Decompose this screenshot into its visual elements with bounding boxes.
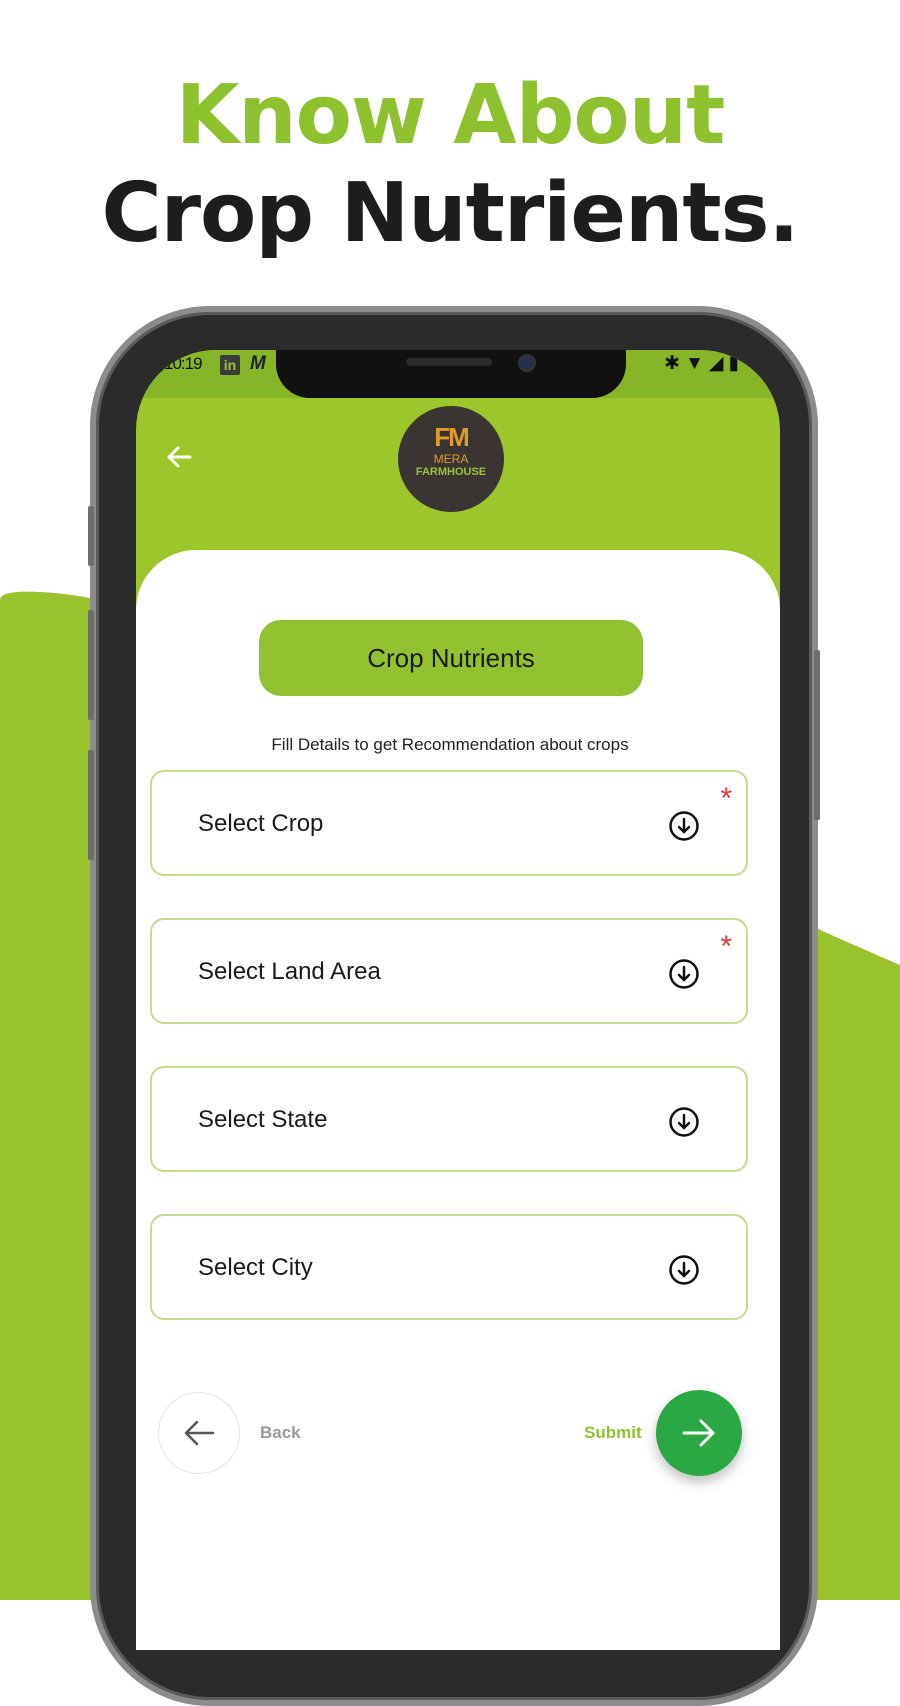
arrow-left-icon[interactable] <box>164 442 194 472</box>
page-title: Crop Nutrients <box>259 620 643 696</box>
required-marker: * <box>720 782 732 815</box>
circle-arrow-down-icon <box>669 959 699 989</box>
circle-arrow-down-icon <box>669 811 699 841</box>
promo-headline-line2: Crop Nutrients. <box>101 166 799 261</box>
phone-side-button <box>814 650 820 820</box>
front-camera <box>518 354 536 372</box>
back-label[interactable]: Back <box>260 1423 301 1443</box>
field-label: Select Crop <box>198 810 324 837</box>
select-state-dropdown[interactable]: Select State <box>150 1066 748 1172</box>
linkedin-icon: in <box>220 355 240 375</box>
phone-side-button <box>88 506 94 566</box>
submit-label[interactable]: Submit <box>584 1423 642 1443</box>
logo-mark: FM <box>434 422 470 452</box>
form-subtitle: Fill Details to get Recommendation about… <box>271 735 629 754</box>
back-button[interactable] <box>158 1392 240 1474</box>
arrow-left-icon <box>184 1420 215 1446</box>
select-crop-dropdown[interactable]: Select Crop * <box>150 770 748 876</box>
field-label: Select Land Area <box>198 958 381 985</box>
logo-text-line1: MERA <box>433 452 469 466</box>
app-m-icon: M <box>250 353 266 374</box>
required-marker: * <box>720 930 732 963</box>
field-label: Select City <box>198 1254 313 1281</box>
wifi-icon: ▼ <box>685 353 709 374</box>
phone-side-button <box>88 750 94 860</box>
status-right-icons: ✱▼◢▮ <box>664 352 744 375</box>
battery-icon: ▮ <box>728 353 744 374</box>
submit-button[interactable] <box>656 1390 742 1476</box>
status-time: 10:19 <box>164 354 203 373</box>
circle-arrow-down-icon <box>669 1107 699 1137</box>
form-card: Crop Nutrients Fill Details to get Recom… <box>136 550 780 1650</box>
signal-icon: ◢ <box>708 353 729 374</box>
field-label: Select State <box>198 1106 328 1133</box>
phone-screen: 10:19 in M ✱▼◢▮ FM MERA FARMHOUSE Crop N… <box>136 350 780 1650</box>
phone-notch <box>276 350 626 398</box>
circle-arrow-down-icon <box>669 1255 699 1285</box>
bluetooth-icon: ✱ <box>664 353 686 374</box>
promo-headline-line1: Know About <box>175 68 726 163</box>
arrow-right-icon <box>682 1419 715 1447</box>
phone-side-button <box>88 610 94 720</box>
mera-farmhouse-logo: FM MERA FARMHOUSE <box>398 406 504 512</box>
notch-speaker <box>406 358 492 366</box>
logo-text-line2: FARMHOUSE <box>415 466 487 478</box>
select-land-area-dropdown[interactable]: Select Land Area * <box>150 918 748 1024</box>
select-city-dropdown[interactable]: Select City <box>150 1214 748 1320</box>
